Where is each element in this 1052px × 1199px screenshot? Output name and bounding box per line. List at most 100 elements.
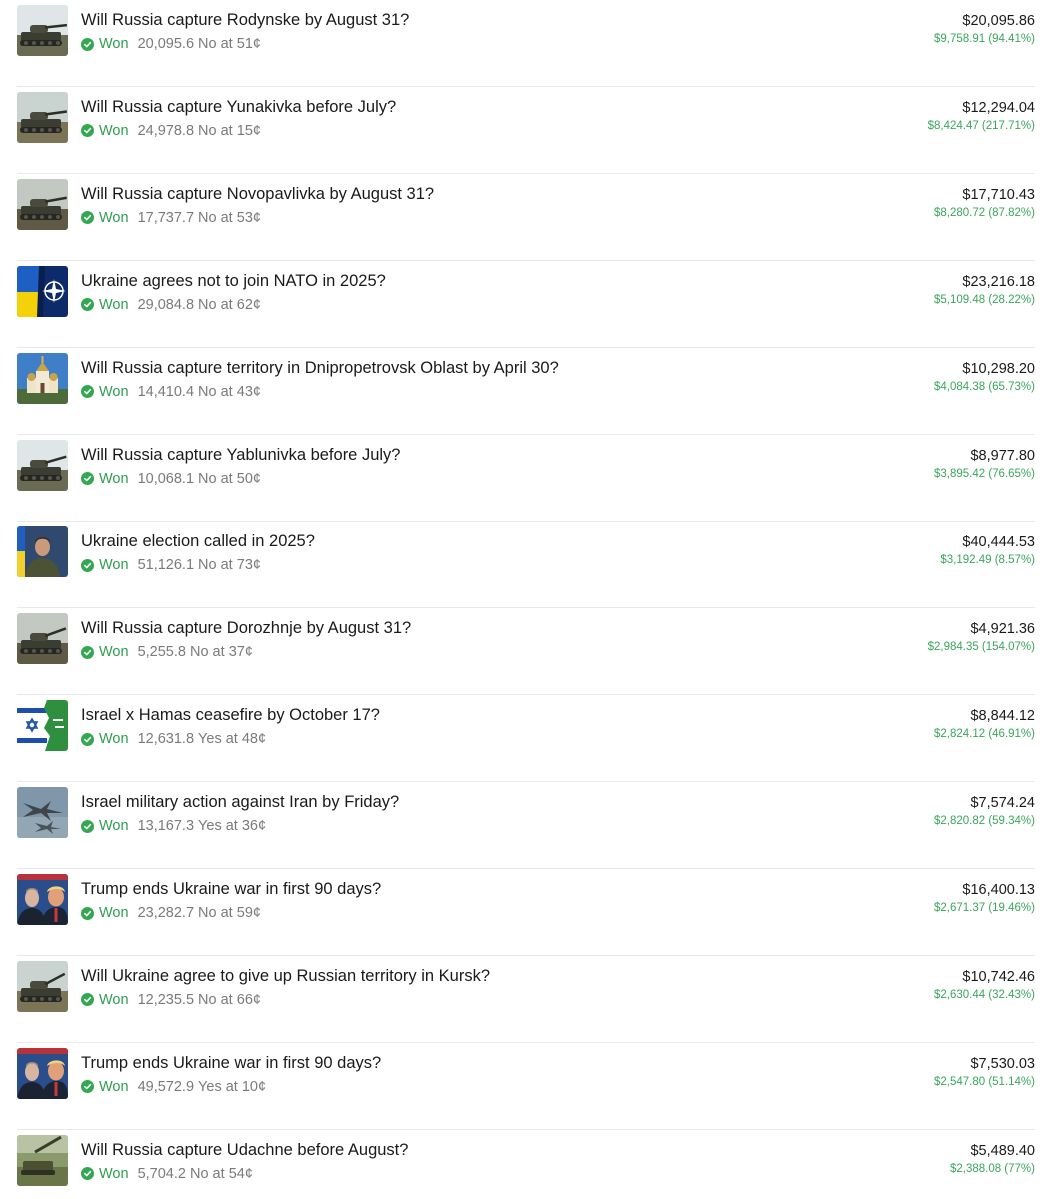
outcome-label: No xyxy=(198,383,217,400)
position-row[interactable]: Will Russia capture Novopavlivka by Augu… xyxy=(17,174,1035,261)
status-label: Won xyxy=(99,383,129,400)
market-title[interactable]: Will Russia capture Novopavlivka by Augu… xyxy=(81,184,434,204)
market-thumbnail[interactable] xyxy=(17,700,68,752)
market-title[interactable]: Trump ends Ukraine war in first 90 days? xyxy=(81,1053,381,1073)
position-row[interactable]: Will Russia capture Dorozhnje by August … xyxy=(17,608,1035,696)
market-thumbnail[interactable] xyxy=(17,91,68,143)
market-title[interactable]: Ukraine election called in 2025? xyxy=(81,531,315,551)
avg-price: 51¢ xyxy=(236,36,261,52)
shares-count: 24,978.8 xyxy=(137,122,195,139)
avg-price: 36¢ xyxy=(241,818,267,835)
position-row[interactable]: Ukraine agrees not to join NATO in 2025?… xyxy=(17,261,1035,348)
shares-count: 51,126.1 xyxy=(137,557,195,574)
avg-price: 54¢ xyxy=(228,1165,253,1182)
position-row[interactable]: Will Russia capture territory in Dniprop… xyxy=(17,348,1035,435)
position-meta: Won 13,167.3 Yes at 36¢ xyxy=(81,816,266,836)
check-circle-icon xyxy=(81,298,94,312)
position-meta: Won 20,095.6 No at 51¢ xyxy=(81,34,261,54)
position-meta: Won 10,068.1 No at 50¢ xyxy=(81,469,261,489)
outcome-label: No xyxy=(198,905,217,921)
position-row[interactable]: Trump ends Ukraine war in first 90 days?… xyxy=(17,1043,1035,1130)
jets-image xyxy=(17,787,68,839)
tank-image xyxy=(17,178,68,230)
shares-count: 5,255.8 xyxy=(137,644,186,661)
market-thumbnail[interactable] xyxy=(17,352,68,404)
market-thumbnail[interactable] xyxy=(17,960,68,1012)
status-label: Won xyxy=(99,470,129,487)
position-meta: Won 14,410.4 No at 43¢ xyxy=(81,382,261,402)
position-row[interactable]: Will Russia capture Rodynske by August 3… xyxy=(17,0,1035,87)
market-title[interactable]: Will Russia capture territory in Dniprop… xyxy=(81,358,559,378)
market-title[interactable]: Israel x Hamas ceasefire by October 17? xyxy=(81,705,380,725)
status-label: Won xyxy=(99,991,129,1008)
status-label: Won xyxy=(99,731,129,748)
market-title[interactable]: Trump ends Ukraine war in first 90 days? xyxy=(81,879,381,899)
check-circle-icon xyxy=(81,211,94,225)
market-thumbnail[interactable] xyxy=(17,874,68,925)
market-title[interactable]: Will Russia capture Dorozhnje by August … xyxy=(81,618,411,638)
tank-image xyxy=(17,5,68,56)
position-row[interactable]: Will Russia capture Yablunivka before Ju… xyxy=(17,435,1035,522)
position-row[interactable]: Will Russia capture Udachne before Augus… xyxy=(17,1130,1035,1199)
market-title[interactable]: Israel military action against Iran by F… xyxy=(81,792,399,812)
check-circle-icon xyxy=(81,472,94,485)
portrait-image xyxy=(17,526,68,578)
check-circle-icon xyxy=(81,906,94,920)
status-label: Won xyxy=(99,1165,129,1182)
position-pnl: $2,671.37 (19.46%) xyxy=(933,902,1035,914)
market-title[interactable]: Ukraine agrees not to join NATO in 2025? xyxy=(81,271,386,291)
status-label: Won xyxy=(99,36,129,52)
position-value: $7,574.24 xyxy=(970,795,1035,812)
position-meta: Won 5,704.2 No at 54¢ xyxy=(81,1164,253,1184)
avg-price: 73¢ xyxy=(236,557,261,574)
position-value: $10,298.20 xyxy=(962,360,1035,377)
check-circle-icon xyxy=(81,819,94,833)
shares-count: 23,282.7 xyxy=(137,905,195,921)
avg-price: 62¢ xyxy=(236,296,261,313)
check-circle-icon xyxy=(81,993,94,1007)
position-row[interactable]: Ukraine election called in 2025? Won 51,… xyxy=(17,521,1035,609)
market-thumbnail[interactable] xyxy=(17,1134,68,1186)
avg-price: 59¢ xyxy=(236,905,261,921)
shares-count: 10,068.1 xyxy=(137,470,195,487)
outcome-label: No xyxy=(198,296,217,313)
market-thumbnail[interactable] xyxy=(17,1047,68,1099)
position-value: $16,400.13 xyxy=(962,882,1035,898)
shares-count: 13,167.3 xyxy=(137,818,195,835)
avg-price: 15¢ xyxy=(236,122,261,139)
market-title[interactable]: Will Russia capture Udachne before Augus… xyxy=(81,1140,408,1160)
position-row[interactable]: Will Ukraine agree to give up Russian te… xyxy=(17,956,1035,1043)
market-thumbnail[interactable] xyxy=(17,526,68,578)
avg-price: 50¢ xyxy=(236,470,261,487)
shares-count: 5,704.2 xyxy=(137,1165,186,1182)
outcome-label: No xyxy=(198,209,217,226)
market-thumbnail[interactable] xyxy=(17,787,68,839)
market-title[interactable]: Will Russia capture Yablunivka before Ju… xyxy=(81,445,400,465)
market-title[interactable]: Will Russia capture Yunakivka before Jul… xyxy=(81,97,396,117)
market-thumbnail[interactable] xyxy=(17,5,68,56)
position-row[interactable]: Israel x Hamas ceasefire by October 17? … xyxy=(17,695,1035,783)
shares-count: 14,410.4 xyxy=(137,383,195,400)
avg-price: 37¢ xyxy=(228,644,253,661)
market-title[interactable]: Will Ukraine agree to give up Russian te… xyxy=(81,966,490,986)
market-thumbnail[interactable] xyxy=(17,265,68,317)
market-thumbnail[interactable] xyxy=(17,613,68,665)
position-row[interactable]: Israel military action against Iran by F… xyxy=(17,782,1035,870)
position-pnl: $8,280.72 (87.82%) xyxy=(933,206,1035,219)
position-row[interactable]: Will Russia capture Yunakivka before Jul… xyxy=(17,87,1035,174)
leaders-image xyxy=(17,874,68,925)
position-row[interactable]: Trump ends Ukraine war in first 90 days?… xyxy=(17,869,1035,956)
position-pnl: $2,824.12 (46.91%) xyxy=(933,728,1035,741)
tank-image xyxy=(17,439,68,491)
outcome-label: Yes xyxy=(198,1078,222,1095)
market-thumbnail[interactable] xyxy=(17,178,68,230)
position-value: $8,844.12 xyxy=(970,708,1035,725)
position-value: $12,294.04 xyxy=(962,99,1035,116)
position-meta: Won 29,084.8 No at 62¢ xyxy=(81,295,261,315)
position-value: $20,095.86 xyxy=(962,13,1035,29)
position-meta: Won 23,282.7 No at 59¢ xyxy=(81,903,261,923)
position-value: $7,530.03 xyxy=(970,1055,1035,1072)
market-title[interactable]: Will Russia capture Rodynske by August 3… xyxy=(81,10,409,30)
outcome-label: Yes xyxy=(198,731,222,748)
market-thumbnail[interactable] xyxy=(17,439,68,491)
